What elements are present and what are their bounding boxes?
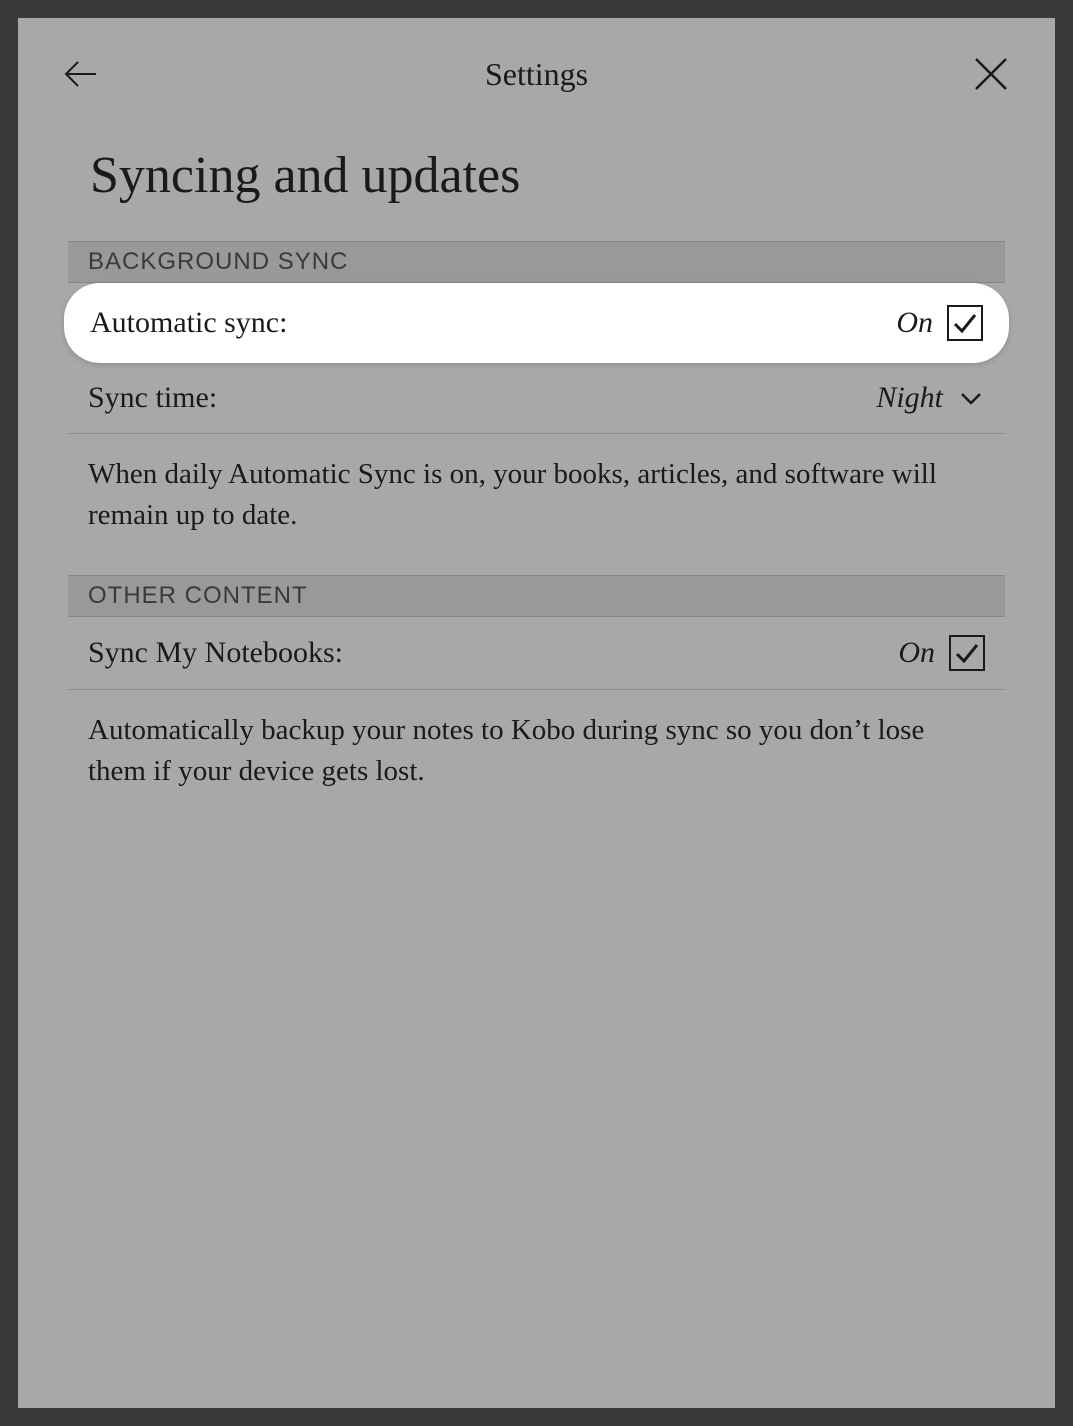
other-content-description: Automatically backup your notes to Kobo … [68, 690, 1005, 831]
row-sync-time[interactable]: Sync time: Night [68, 363, 1005, 434]
section-header-background-sync: BACKGROUND SYNC [68, 241, 1005, 283]
row-sync-notebooks[interactable]: Sync My Notebooks: On [68, 617, 1005, 690]
sync-notebooks-label: Sync My Notebooks: [88, 636, 343, 670]
automatic-sync-value: On [896, 306, 933, 340]
settings-screen: Settings Syncing and updates BACKGROUND … [18, 18, 1055, 1408]
page-title: Syncing and updates [18, 118, 1055, 241]
sync-notebooks-value: On [898, 636, 935, 670]
sync-time-label: Sync time: [88, 381, 217, 415]
outer-frame: Settings Syncing and updates BACKGROUND … [0, 0, 1073, 1426]
check-icon [951, 309, 979, 337]
sync-notebooks-value-group: On [898, 635, 985, 671]
automatic-sync-checkbox[interactable] [947, 305, 983, 341]
sync-time-value-group: Night [876, 381, 985, 415]
check-icon [953, 639, 981, 667]
close-button[interactable] [967, 50, 1015, 98]
topbar-title: Settings [106, 56, 967, 93]
topbar: Settings [18, 18, 1055, 118]
sync-notebooks-checkbox[interactable] [949, 635, 985, 671]
background-sync-description: When daily Automatic Sync is on, your bo… [68, 434, 1005, 575]
back-button[interactable] [58, 50, 106, 98]
chevron-down-icon [957, 384, 985, 412]
row-automatic-sync[interactable]: Automatic sync: On [64, 283, 1009, 363]
section-header-other-content: OTHER CONTENT [68, 575, 1005, 617]
automatic-sync-value-group: On [896, 305, 983, 341]
sync-time-value: Night [876, 381, 943, 415]
close-icon [972, 55, 1010, 93]
automatic-sync-label: Automatic sync: [90, 306, 287, 340]
arrow-left-icon [62, 54, 102, 94]
